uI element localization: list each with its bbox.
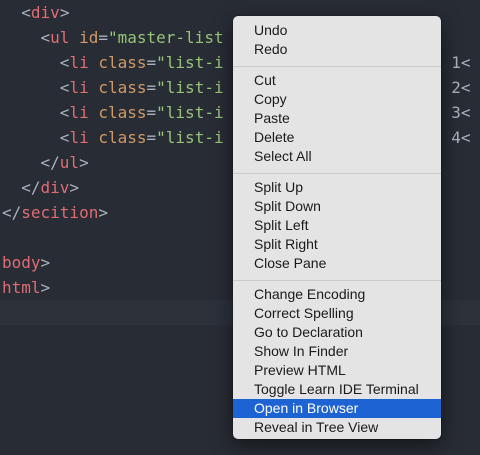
code-token: body — [2, 253, 41, 272]
code-token: > — [79, 153, 89, 172]
menu-item-change-encoding[interactable]: Change Encoding — [233, 285, 441, 304]
code-line: <li class="list-i — [2, 125, 224, 150]
code-token: </ — [2, 203, 22, 222]
menu-item-redo[interactable]: Redo — [233, 40, 441, 59]
code-token: class — [98, 128, 147, 147]
code-token: id — [79, 28, 99, 47]
menu-item-toggle-learn-ide-terminal[interactable]: Toggle Learn IDE Terminal — [233, 380, 441, 399]
menu-item-copy[interactable]: Copy — [233, 90, 441, 109]
code-token: > — [40, 278, 51, 297]
code-token: ul — [59, 153, 80, 172]
menu-item-preview-html[interactable]: Preview HTML — [233, 361, 441, 380]
code-token: > — [59, 3, 70, 22]
code-token: < — [59, 78, 70, 97]
code-token: li — [69, 78, 89, 97]
code-token: div — [30, 3, 60, 22]
menu-item-open-in-browser[interactable]: Open in Browser — [233, 399, 441, 418]
code-token: > — [98, 203, 108, 222]
code-line: <li class="list-i — [2, 50, 224, 75]
code-token: li — [69, 103, 89, 122]
menu-item-go-to-declaration[interactable]: Go to Declaration — [233, 323, 441, 342]
code-token: = — [146, 78, 157, 97]
code-line: <div> — [2, 0, 69, 25]
menu-item-split-up[interactable]: Split Up — [233, 178, 441, 197]
code-token: </ — [21, 178, 41, 197]
menu-item-split-down[interactable]: Split Down — [233, 197, 441, 216]
code-line: body> — [2, 250, 50, 275]
code-line: </secition> — [2, 200, 108, 225]
code-line: <li class="list-i — [2, 75, 224, 100]
code-token: < — [59, 53, 70, 72]
menu-item-paste[interactable]: Paste — [233, 109, 441, 128]
code-token: = — [146, 53, 157, 72]
code-token: class — [98, 103, 147, 122]
menu-item-split-left[interactable]: Split Left — [233, 216, 441, 235]
menu-item-cut[interactable]: Cut — [233, 71, 441, 90]
code-token: < — [59, 103, 70, 122]
menu-separator — [233, 280, 441, 281]
code-token: secition — [21, 203, 99, 222]
code-token: < — [59, 128, 70, 147]
code-token: = — [146, 103, 157, 122]
code-line: html> — [2, 275, 50, 300]
menu-item-reveal-in-tree-view[interactable]: Reveal in Tree View — [233, 418, 441, 437]
menu-item-close-pane[interactable]: Close Pane — [233, 254, 441, 273]
code-token: = — [98, 28, 108, 47]
code-token: = — [146, 128, 157, 147]
code-token: class — [98, 53, 147, 72]
code-line: <ul id="master-list — [2, 25, 224, 50]
menu-separator — [233, 173, 441, 174]
menu-item-show-in-finder[interactable]: Show In Finder — [233, 342, 441, 361]
code-token: class — [98, 78, 147, 97]
code-token: </ — [40, 153, 60, 172]
code-token: "list-i — [156, 103, 224, 122]
code-token: "list-i — [156, 78, 224, 97]
menu-item-split-right[interactable]: Split Right — [233, 235, 441, 254]
code-token: li — [69, 128, 89, 147]
code-token: ul — [50, 28, 70, 47]
menu-item-correct-spelling[interactable]: Correct Spelling — [233, 304, 441, 323]
code-token: "list-i — [156, 53, 224, 72]
menu-separator — [233, 66, 441, 67]
code-token: li — [69, 53, 89, 72]
code-token: html — [2, 278, 41, 297]
code-token: < — [21, 3, 31, 22]
code-token: < — [40, 28, 51, 47]
code-line: </ul> — [2, 150, 89, 175]
code-token: > — [40, 253, 51, 272]
code-line: </div> — [2, 175, 79, 200]
code-token: "master-list — [107, 28, 224, 47]
code-line: <li class="list-i — [2, 100, 224, 125]
menu-item-delete[interactable]: Delete — [233, 128, 441, 147]
menu-item-undo[interactable]: Undo — [233, 21, 441, 40]
code-token: div — [40, 178, 70, 197]
code-token: > — [69, 178, 80, 197]
context-menu: Undo Redo Cut Copy Paste Delete Select A… — [233, 16, 441, 439]
menu-item-select-all[interactable]: Select All — [233, 147, 441, 166]
code-token: "list-i — [156, 128, 224, 147]
